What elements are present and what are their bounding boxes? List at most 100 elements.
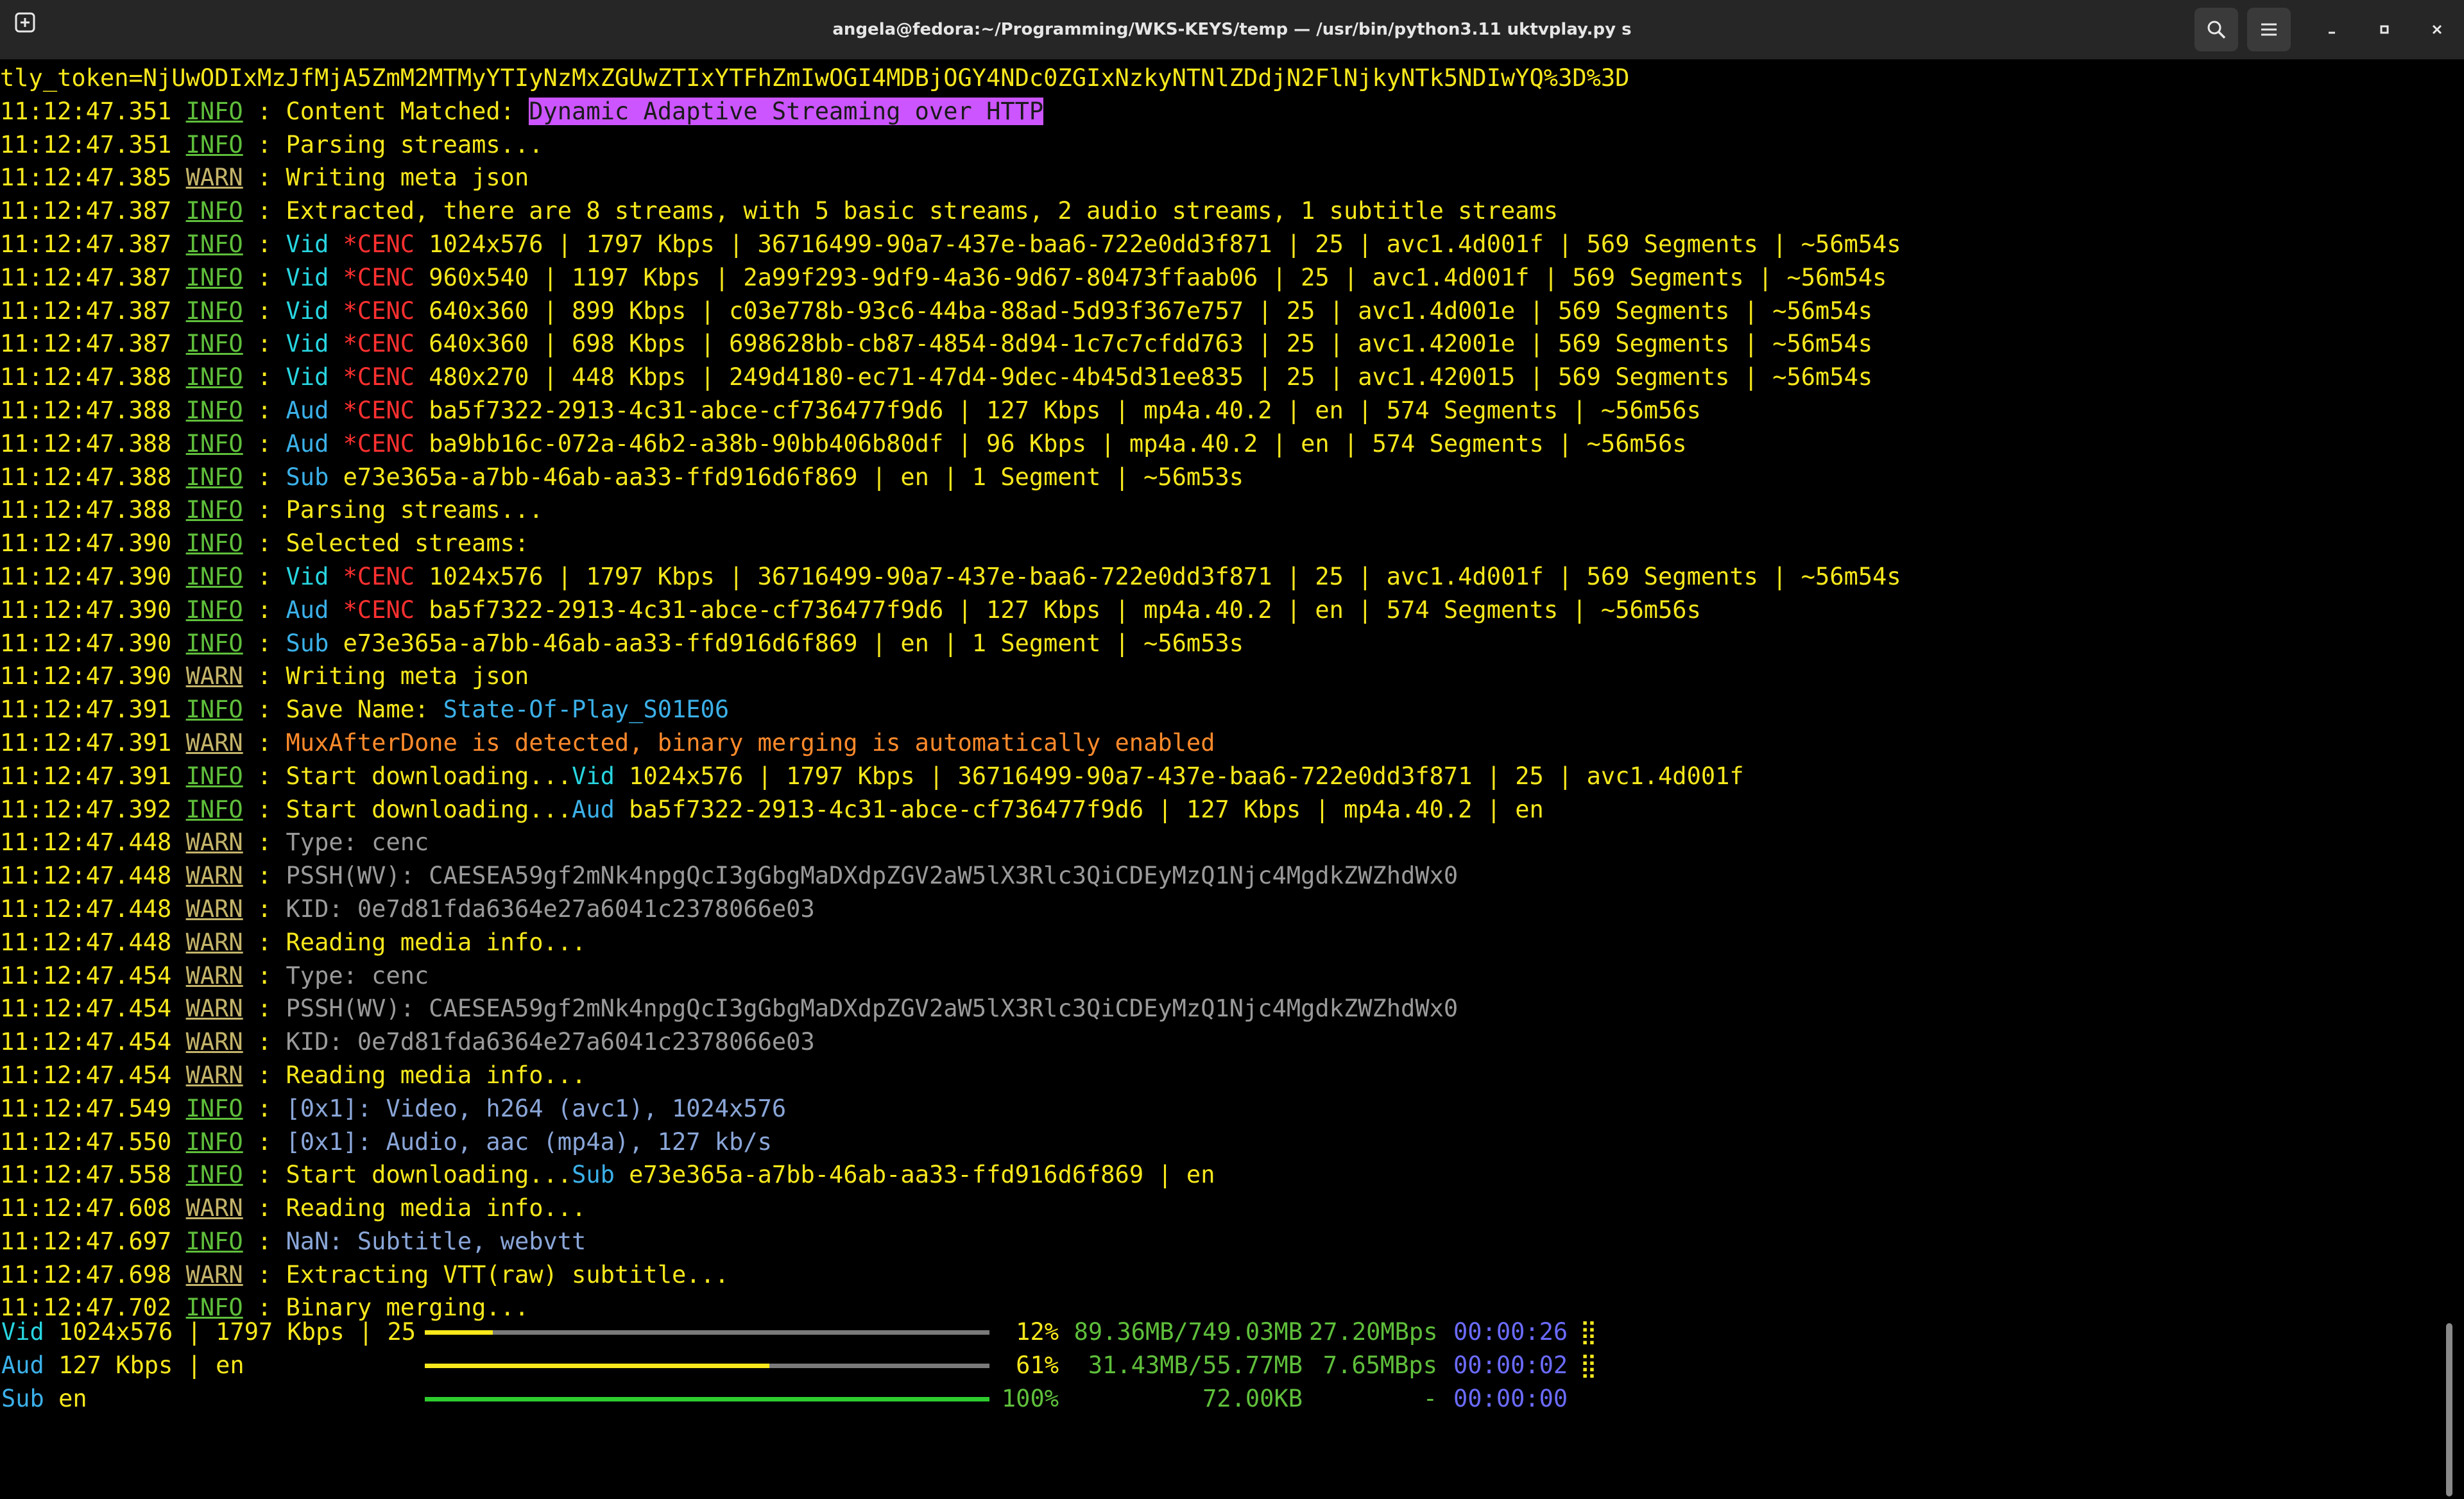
log-level: INFO xyxy=(185,363,243,391)
log-text: Vid xyxy=(286,263,343,291)
log-timestamp: 11:12:47.387 xyxy=(0,296,172,325)
log-text: [0x1]: Audio, aac (mp4a), 127 kb/s xyxy=(286,1127,772,1156)
log-text: Aud xyxy=(286,396,343,424)
log-text: Sub xyxy=(572,1161,629,1189)
log-text: ba5f7322-2913-4c31-abce-cf736477f9d6 | 1… xyxy=(429,396,1701,424)
log-timestamp: 11:12:47.387 xyxy=(0,330,172,358)
log-line: 11:12:47.391 INFO : Start downloading...… xyxy=(0,762,1744,790)
progress-label: Aud 127 Kbps | en xyxy=(1,1349,244,1382)
log-level: WARN xyxy=(185,862,243,890)
log-timestamp: 11:12:47.388 xyxy=(0,363,172,391)
log-timestamp: 11:12:47.390 xyxy=(0,529,172,558)
log-text: 640x360 | 899 Kbps | c03e778b-93c6-44ba-… xyxy=(429,296,1873,325)
log-line: 11:12:47.698 WARN : Extracting VTT(raw) … xyxy=(0,1260,730,1289)
log-line: 11:12:47.351 INFO : Parsing streams... xyxy=(0,130,543,158)
progress-bar-fill xyxy=(425,1364,769,1368)
log-timestamp: 11:12:47.454 xyxy=(0,1061,172,1089)
log-line: 11:12:47.388 INFO : Sub e73e365a-a7bb-46… xyxy=(0,463,1244,491)
log-level: INFO xyxy=(185,230,243,258)
progress-row-vid: Vid 1024x576 | 1797 Kbps | 25 12% 89.36MB/… xyxy=(0,1315,2438,1349)
log-timestamp: 11:12:47.392 xyxy=(0,795,172,823)
log-text: 960x540 | 1197 Kbps | 2a99f293-9df9-4a36… xyxy=(429,263,1887,291)
log-text: Reading media info... xyxy=(286,1061,586,1089)
progress-percent: 100% xyxy=(1001,1385,1059,1412)
log-timestamp: 11:12:47.390 xyxy=(0,562,172,590)
minimize-button[interactable] xyxy=(2310,8,2354,51)
search-button[interactable] xyxy=(2194,8,2238,51)
log-line: 11:12:47.387 INFO : Extracted, there are… xyxy=(0,197,1559,225)
log-line: 11:12:47.392 INFO : Start downloading...… xyxy=(0,795,1544,823)
log-text: Extracted, there are 8 streams, with 5 b… xyxy=(286,197,1559,225)
log-line: 11:12:47.388 INFO : Aud *CENC ba5f7322-2… xyxy=(0,396,1701,424)
spinner-icon: ⣿ xyxy=(1580,1351,1598,1379)
log-timestamp: 11:12:47.448 xyxy=(0,895,172,923)
log-level: WARN xyxy=(185,1028,243,1056)
log-line: 11:12:47.390 INFO : Selected streams: xyxy=(0,529,529,558)
log-line: 11:12:47.697 INFO : NaN: Subtitle, webvt… xyxy=(0,1227,586,1255)
log-text: 480x270 | 448 Kbps | 249d4180-ec71-47d4-… xyxy=(429,363,1873,391)
log-text: *CENC xyxy=(343,363,429,391)
log-text: Vid xyxy=(286,230,343,258)
close-icon xyxy=(2432,24,2442,35)
progress-speed: - xyxy=(1423,1385,1437,1412)
log-text: tly_token=NjUwODIxMzJfMjA5ZmM2MTMyYTIyNz… xyxy=(0,64,1630,92)
log-level: WARN xyxy=(185,728,243,757)
log-output: tly_token=NjUwODIxMzJfMjA5ZmM2MTMyYTIyNz… xyxy=(0,62,2438,1324)
log-level: WARN xyxy=(185,995,243,1023)
log-text: Dynamic Adaptive Streaming over HTTP xyxy=(529,97,1044,125)
log-text: 1024x576 | 1797 Kbps | 36716499-90a7-437… xyxy=(429,230,1901,258)
log-text: Vid xyxy=(286,296,343,325)
log-line: 11:12:47.351 INFO : Content Matched: Dyn… xyxy=(0,97,1044,125)
log-level: INFO xyxy=(185,330,243,358)
log-timestamp: 11:12:47.387 xyxy=(0,263,172,291)
maximize-button[interactable] xyxy=(2363,8,2406,51)
new-tab-icon xyxy=(15,12,35,33)
log-level: INFO xyxy=(185,1094,243,1122)
log-text: Sub xyxy=(286,629,343,657)
log-text: ba9bb16c-072a-46b2-a38b-90bb406b80df | 9… xyxy=(429,429,1687,458)
window-titlebar: angela@fedora:~/Programming/WKS-KEYS/tem… xyxy=(0,0,2464,60)
log-text: e73e365a-a7bb-46ab-aa33-ffd916d6f869 | e… xyxy=(629,1161,1215,1189)
new-tab-button[interactable] xyxy=(10,8,40,37)
log-text: Aud xyxy=(286,429,343,458)
log-text: Sub xyxy=(286,463,343,491)
log-text: [0x1]: Video, h264 (avc1), 1024x576 xyxy=(286,1094,787,1122)
log-level: WARN xyxy=(185,1194,243,1222)
log-text: KID: 0e7d81fda6364e27a6041c2378066e03 xyxy=(286,895,815,923)
log-text: ba5f7322-2913-4c31-abce-cf736477f9d6 | 1… xyxy=(629,795,1544,823)
progress-bar-fill xyxy=(425,1330,493,1335)
log-level: INFO xyxy=(185,496,243,524)
log-timestamp: 11:12:47.351 xyxy=(0,97,172,125)
log-line: 11:12:47.387 INFO : Vid *CENC 960x540 | … xyxy=(0,263,1887,291)
progress-row-sub: Sub en 100% 72.00KB -00:00:00 xyxy=(0,1382,2438,1416)
log-text: Reading media info... xyxy=(286,1194,586,1222)
log-level: INFO xyxy=(185,263,243,291)
log-level: INFO xyxy=(185,595,243,624)
terminal-scrollbar[interactable] xyxy=(2446,1323,2452,1496)
progress-eta: 00:00:00 xyxy=(1453,1385,1568,1412)
log-level: INFO xyxy=(185,97,243,125)
log-line: 11:12:47.385 WARN : Writing meta json xyxy=(0,164,529,192)
log-timestamp: 11:12:47.387 xyxy=(0,230,172,258)
log-line: 11:12:47.390 INFO : Aud *CENC ba5f7322-2… xyxy=(0,595,1701,624)
log-timestamp: 11:12:47.454 xyxy=(0,1028,172,1056)
progress-size: 89.36MB/749.03MB xyxy=(1074,1318,1303,1346)
log-line: 11:12:47.390 INFO : Vid *CENC 1024x576 |… xyxy=(0,562,1901,590)
log-line: 11:12:47.388 INFO : Aud *CENC ba9bb16c-0… xyxy=(0,429,1687,458)
log-text: Type: cenc xyxy=(286,961,429,989)
log-text: Selected streams: xyxy=(286,529,529,558)
log-timestamp: 11:12:47.390 xyxy=(0,629,172,657)
log-text: PSSH(WV): CAESEA59gf2mNk4npgQcI3gGbgMaDX… xyxy=(286,995,1459,1023)
terminal-output[interactable]: tly_token=NjUwODIxMzJfMjA5ZmM2MTMyYTIyNz… xyxy=(0,62,2438,1499)
menu-button[interactable] xyxy=(2247,8,2291,51)
log-text: KID: 0e7d81fda6364e27a6041c2378066e03 xyxy=(286,1028,815,1056)
search-icon xyxy=(2207,21,2226,39)
log-level: INFO xyxy=(185,1161,243,1189)
log-level: INFO xyxy=(185,762,243,790)
log-text: 1024x576 | 1797 Kbps | 36716499-90a7-437… xyxy=(429,562,1901,590)
log-level: INFO xyxy=(185,629,243,657)
progress-bar-fill xyxy=(425,1397,989,1401)
log-line: 11:12:47.550 INFO : [0x1]: Audio, aac (m… xyxy=(0,1127,772,1156)
log-line: 11:12:47.558 INFO : Start downloading...… xyxy=(0,1161,1215,1189)
close-button[interactable] xyxy=(2415,8,2459,51)
